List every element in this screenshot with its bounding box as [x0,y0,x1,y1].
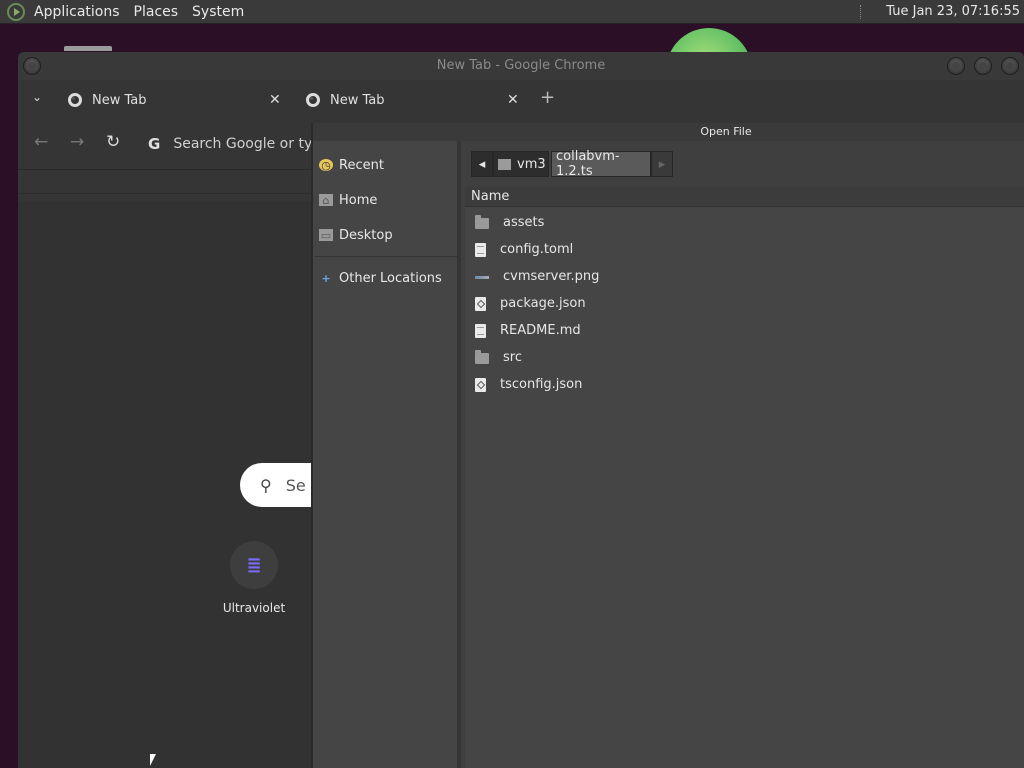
file-name: README.md [500,323,581,338]
google-g-icon: G [148,135,161,153]
folder-icon [475,350,489,364]
home-icon: ⌂ [319,194,333,207]
clock[interactable]: Tue Jan 23, 07:16:55 [886,0,1020,24]
dialog-title[interactable]: Open File [313,123,1024,141]
tab-label: New Tab [92,92,147,108]
plus-icon: + [321,271,331,285]
image-file-icon [475,276,489,279]
file-name: cvmserver.png [503,269,600,284]
sidebar-item-other-locations[interactable]: + Other Locations [319,266,442,290]
sidebar-item-label: Desktop [339,227,393,243]
file-row[interactable]: README.md [465,317,1024,344]
system-menu[interactable]: System [185,0,251,24]
tab-close-icon[interactable]: ✕ [269,92,281,108]
mouse-cursor-icon [150,754,156,766]
sidebar-item-label: Recent [339,157,384,173]
home-folder-icon [498,158,511,170]
close-button[interactable] [1001,57,1019,75]
sidebar-item-home[interactable]: ⌂ Home [319,188,377,212]
file-list-pane: ◂ vm3 collabvm-1.2.ts ▸ Name assets conf… [465,141,1024,768]
shortcut-label: Ultraviolet [222,601,286,615]
tab[interactable]: New Tab ✕ [68,89,281,111]
desktop-icon: ▭ [319,228,333,242]
file-row[interactable]: tsconfig.json [465,371,1024,398]
ultraviolet-icon: ≣ [230,541,278,589]
tab[interactable]: New Tab ✕ [306,89,519,111]
top-panel: Applications Places System Tue Jan 23, 0… [0,0,1024,24]
file-row[interactable]: src [465,344,1024,371]
code-file-icon [475,377,486,392]
file-row[interactable]: config.toml [465,236,1024,263]
sidebar-divider [315,256,457,257]
file-row[interactable]: package.json [465,290,1024,317]
maximize-button[interactable] [974,57,992,75]
panel-separator [860,5,863,19]
applications-menu[interactable]: Applications [27,0,127,24]
forward-arrow-icon[interactable]: → [70,132,84,152]
file-name: src [503,350,522,365]
distro-logo-icon[interactable] [7,2,25,21]
sidebar-item-desktop[interactable]: ▭ Desktop [319,223,393,247]
places-sidebar: ◷ Recent ⌂ Home ▭ Desktop + Other Locati… [313,141,461,768]
ntp-search-placeholder: Se [285,475,306,495]
window-titlebar[interactable]: New Tab - Google Chrome [18,52,1024,80]
file-name: tsconfig.json [500,377,583,392]
omnibox-placeholder: Search Google or type [173,136,330,152]
code-file-icon [475,296,486,311]
tab-close-icon[interactable]: ✕ [507,92,519,108]
search-icon: ⚲ [260,475,272,495]
file-row[interactable]: assets [465,209,1024,236]
document-icon [475,242,486,257]
sidebar-item-label: Home [339,192,378,208]
chrome-icon [306,93,320,107]
chrome-icon [68,93,82,107]
minimize-button[interactable] [947,57,965,75]
desktop-decoration [64,46,112,51]
column-header-name[interactable]: Name [465,187,1024,207]
path-back-button[interactable]: ◂ [471,151,493,177]
back-arrow-icon[interactable]: ← [34,132,48,152]
sidebar-item-label: Other Locations [339,270,442,286]
path-bar: ◂ vm3 collabvm-1.2.ts ▸ [465,141,1024,187]
file-name: config.toml [500,242,574,257]
places-menu[interactable]: Places [127,0,186,24]
new-tab-button[interactable]: + [540,87,555,108]
folder-icon [475,215,489,229]
file-name: package.json [500,296,586,311]
path-segment-vm3[interactable]: vm3 [493,151,549,177]
document-icon [475,323,486,338]
tab-strip: ⌄ New Tab ✕ New Tab ✕ + [18,80,1024,120]
path-forward-button[interactable]: ▸ [651,151,673,177]
recent-icon: ◷ [319,159,333,172]
window-title: New Tab - Google Chrome [436,58,606,73]
shortcut-tile[interactable]: ≣ Ultraviolet [204,541,304,615]
tab-search-chevron-icon[interactable]: ⌄ [32,90,42,104]
open-file-dialog: Open File ◷ Recent ⌂ Home ▭ Desktop + Ot… [311,123,1024,768]
file-row[interactable]: cvmserver.png [465,263,1024,290]
sidebar-item-recent[interactable]: ◷ Recent [319,153,384,177]
path-segment-current[interactable]: collabvm-1.2.ts [551,149,651,179]
tab-label: New Tab [330,92,385,108]
file-name: assets [503,215,545,230]
reload-icon[interactable]: ↻ [106,132,120,152]
